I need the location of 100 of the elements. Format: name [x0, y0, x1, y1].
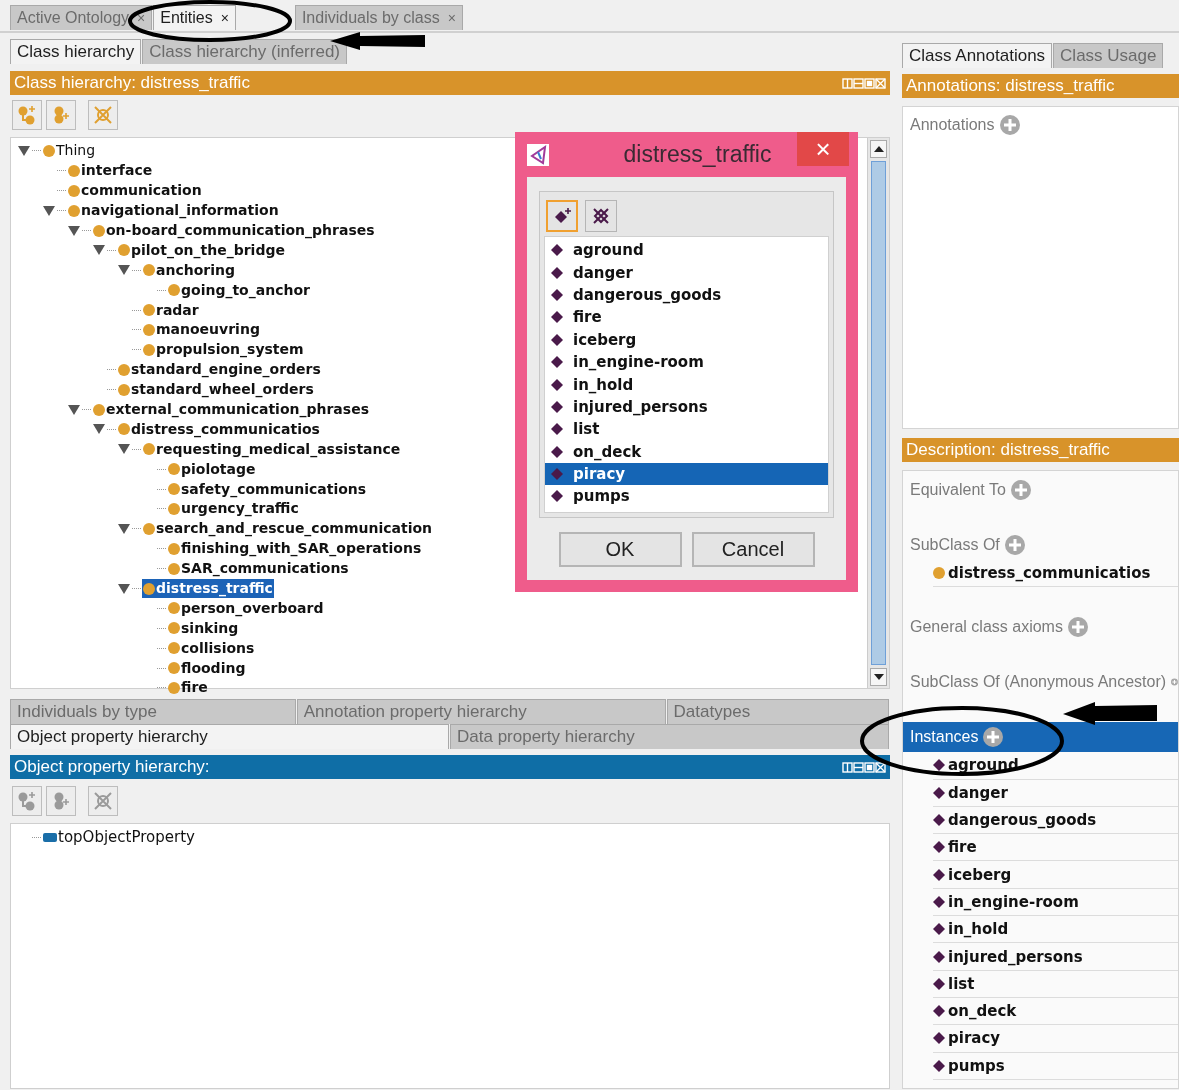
tree-item[interactable]: propulsion_system	[142, 340, 305, 360]
tree-item[interactable]: pilot_on_the_bridge	[117, 240, 286, 260]
tree-item[interactable]: interface	[67, 161, 154, 181]
diamond-icon	[933, 786, 945, 799]
tab[interactable]: Entities ×	[153, 5, 236, 30]
tree-item[interactable]: requesting_medical_assistance	[142, 439, 402, 459]
entity-name[interactable]: on_deck	[948, 1002, 1017, 1021]
entity-name[interactable]: danger	[948, 783, 1008, 802]
section-label: Equivalent To	[910, 481, 1006, 499]
expand-icon	[118, 443, 130, 456]
scroll-down-button[interactable]	[870, 668, 887, 686]
diamond-icon	[551, 468, 563, 481]
tree-item[interactable]: search_and_rescue_communication	[142, 519, 434, 539]
tree-item[interactable]: going_to_anchor	[167, 280, 311, 300]
tree-item[interactable]: finishing_with_SAR_operations	[167, 539, 423, 559]
tree-item[interactable]: communication	[67, 181, 203, 201]
class-icon	[43, 144, 55, 157]
section-header[interactable]: Instances	[903, 722, 1178, 753]
list-item[interactable]: danger	[545, 261, 828, 284]
class-icon	[143, 443, 155, 456]
diamond-icon	[933, 868, 945, 881]
list-item[interactable]: in_hold	[545, 373, 828, 396]
tab[interactable]: Class Annotations	[902, 43, 1053, 68]
section-header[interactable]: SubClass Of	[903, 530, 1178, 560]
add-subclass-button[interactable]	[12, 786, 42, 816]
section-label: Annotations	[910, 116, 995, 134]
property-icon	[43, 832, 57, 844]
diamond-icon	[933, 1032, 945, 1045]
class-icon	[118, 383, 130, 396]
section-label: Instances	[910, 728, 979, 747]
tree-item[interactable]: sinking	[167, 618, 240, 638]
class-icon	[68, 164, 80, 177]
entity-name[interactable]: piracy	[948, 1029, 1001, 1048]
add-sibling-button[interactable]	[46, 100, 76, 130]
entity-name[interactable]: dangerous_goods	[948, 811, 1097, 830]
expand-icon	[43, 204, 55, 217]
section-header[interactable]: Equivalent To	[903, 475, 1178, 505]
entity-name[interactable]: fire	[948, 838, 977, 857]
tree-item[interactable]: flooding	[167, 658, 247, 678]
tree-item[interactable]: collisions	[167, 638, 256, 658]
list-item[interactable]: list	[545, 418, 828, 441]
tree-item[interactable]: standard_engine_orders	[117, 360, 322, 380]
cancel-button[interactable]: Cancel	[691, 531, 815, 567]
tree-item[interactable]: Thing	[42, 141, 97, 161]
list-item[interactable]: pumps	[545, 485, 828, 508]
view-title: Class hierarchy: distress_traffic	[14, 73, 250, 93]
diamond-icon	[551, 378, 563, 391]
list-item[interactable]: injured_persons	[545, 395, 828, 419]
tree-item[interactable]: distress_traffic	[142, 579, 274, 599]
close-icon[interactable]: ×	[220, 10, 229, 26]
list-item[interactable]: on_deck	[545, 440, 828, 463]
add-subclass-icon	[16, 790, 38, 812]
add-subclass-button[interactable]	[12, 100, 42, 130]
list-item[interactable]: in_engine-room	[545, 350, 828, 374]
add-individual-button[interactable]	[546, 200, 578, 232]
tree-item[interactable]: on-board_communication_phrases	[92, 221, 376, 240]
list-item[interactable]: fire	[545, 306, 828, 329]
tab[interactable]: Class hierarchy	[10, 39, 142, 64]
entity-name[interactable]: pumps	[948, 1056, 1005, 1075]
diamond-icon	[551, 400, 563, 413]
tree-item[interactable]: urgency_traffic	[167, 499, 300, 519]
tree-item[interactable]: radar	[142, 300, 200, 320]
entity-name[interactable]: list	[948, 974, 975, 993]
tree-item[interactable]: manoeuvring	[142, 320, 261, 340]
tree-item[interactable]: topObjectProperty	[42, 828, 196, 848]
delete-button[interactable]	[585, 200, 617, 232]
scrollbar-thumb[interactable]	[871, 161, 886, 665]
tree-item[interactable]: safety_communications	[167, 479, 368, 499]
add-sibling-button[interactable]	[46, 786, 76, 816]
diamond-icon	[551, 266, 563, 279]
close-button[interactable]: ×	[797, 132, 849, 166]
tree-item[interactable]: piolotage	[167, 459, 257, 479]
entity-name[interactable]: injured_persons	[948, 947, 1083, 966]
tree-item[interactable]: fire	[167, 678, 209, 698]
list-item[interactable]: aground	[545, 239, 828, 262]
scrollbar[interactable]	[867, 138, 889, 688]
list-item[interactable]: piracy	[545, 462, 828, 486]
tree-item[interactable]: navigational_information	[67, 201, 280, 221]
scroll-up-button[interactable]	[870, 140, 887, 158]
diamond-icon	[933, 923, 945, 936]
tree-item[interactable]: person_overboard	[167, 598, 325, 618]
entity-name[interactable]: distress_communicatios	[948, 564, 1151, 583]
class-icon	[168, 622, 180, 635]
list-item[interactable]: iceberg	[545, 328, 828, 351]
tree-item[interactable]: distress_communicatios	[117, 419, 321, 439]
tree-item[interactable]: external_communication_phrases	[92, 400, 370, 419]
tab[interactable]: Object property hierarchy	[10, 724, 449, 749]
entity-name[interactable]: in_engine-room	[948, 892, 1079, 911]
entity-name[interactable]: in_hold	[948, 920, 1009, 939]
diamond-icon	[933, 814, 945, 827]
class-icon	[118, 363, 130, 376]
tree-item[interactable]: anchoring	[142, 260, 236, 280]
tree-item[interactable]: SAR_communications	[167, 559, 350, 579]
entity-name[interactable]: iceberg	[948, 865, 1012, 884]
list-item[interactable]: dangerous_goods	[545, 283, 828, 307]
ok-button[interactable]: OK	[558, 531, 682, 567]
section-header[interactable]: General class axioms	[903, 612, 1178, 643]
add-subclass-icon	[16, 104, 38, 126]
tree-item[interactable]: standard_wheel_orders	[117, 380, 315, 400]
section-header[interactable]: SubClass Of (Anonymous Ancestor)	[903, 667, 1178, 698]
